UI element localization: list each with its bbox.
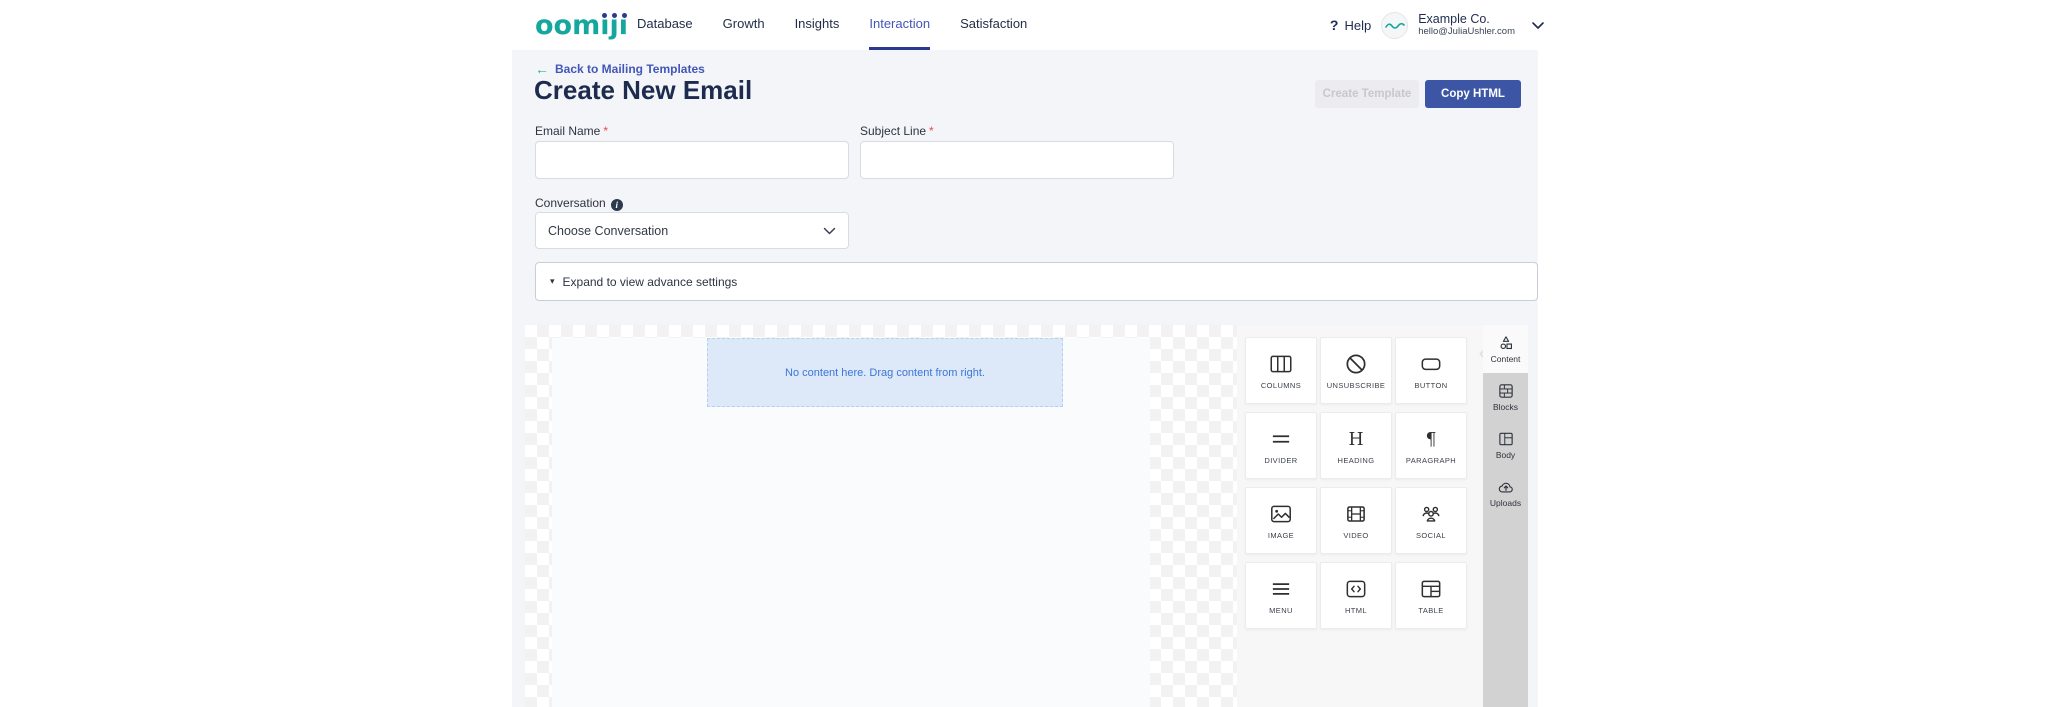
required-asterisk: * (929, 124, 934, 138)
email-body-area[interactable]: No content here. Drag content from right… (552, 338, 1150, 707)
tile-table[interactable]: TABLE (1395, 562, 1467, 629)
rail-item-content[interactable]: Content (1483, 325, 1528, 373)
menu-icon (1272, 583, 1290, 595)
app-window: oomıȷı Database Growth Insights Interact… (0, 0, 2048, 707)
social-icon (1422, 506, 1440, 522)
conversation-label: Conversation i (535, 196, 623, 211)
content-blocks-panel: ‹ COLUMNS UNSUBSCRIBE (1237, 325, 1487, 707)
oomiji-logo[interactable]: oomıȷı (535, 8, 628, 44)
nav-item-growth[interactable]: Growth (723, 0, 765, 50)
primary-nav: Database Growth Insights Interaction Sat… (637, 0, 1027, 50)
rail-item-blocks[interactable]: Blocks (1483, 373, 1528, 421)
account-email: hello@JuliaUshler.com (1418, 25, 1515, 37)
advance-settings-expander[interactable]: ▾ Expand to view advance settings (535, 262, 1538, 301)
conversation-select[interactable]: Choose Conversation (535, 212, 849, 249)
chevron-down-icon[interactable] (1531, 21, 1545, 30)
divider-icon (1272, 435, 1290, 443)
page-title: Create New Email (534, 75, 753, 105)
image-icon (1271, 505, 1291, 523)
body-layout-icon (1498, 432, 1513, 446)
main-content: ← Back to Mailing Templates Create New E… (512, 50, 1538, 707)
logo-dot (602, 13, 607, 18)
back-link-label: Back to Mailing Templates (555, 62, 705, 76)
copy-html-button[interactable]: Copy HTML (1425, 80, 1521, 108)
nav-item-interaction[interactable]: Interaction (869, 0, 931, 50)
tile-divider[interactable]: DIVIDER (1245, 412, 1317, 479)
logo-dot (622, 13, 627, 18)
tile-html[interactable]: HTML (1320, 562, 1392, 629)
svg-text:H: H (1348, 430, 1363, 450)
top-nav-bar: oomıȷı Database Growth Insights Interact… (0, 0, 2048, 50)
conversation-selected-value: Choose Conversation (548, 223, 669, 238)
tile-video[interactable]: VIDEO (1320, 487, 1392, 554)
content-shapes-icon (1500, 336, 1512, 350)
tile-button[interactable]: BUTTON (1395, 337, 1467, 404)
question-mark-icon: ? (1329, 17, 1339, 33)
video-icon (1347, 506, 1365, 522)
empty-drop-zone[interactable]: No content here. Drag content from right… (707, 338, 1063, 407)
tile-heading[interactable]: H HEADING (1320, 412, 1392, 479)
heading-icon: H (1348, 430, 1363, 450)
nav-item-database[interactable]: Database (637, 0, 693, 50)
blocks-bricks-icon (1498, 384, 1513, 398)
create-template-button[interactable]: Create Template (1315, 80, 1419, 108)
required-asterisk: * (603, 124, 609, 138)
header-right-group: ? Help Example Co. hello@JuliaUshler.com (1330, 0, 1545, 50)
email-name-label: Email Name * (535, 124, 609, 138)
avatar-logo-mark (1384, 22, 1405, 29)
tile-social[interactable]: SOCIAL (1395, 487, 1467, 554)
button-icon (1421, 358, 1441, 371)
email-canvas: No content here. Drag content from right… (525, 325, 1238, 707)
html-icon (1346, 580, 1366, 598)
svg-text:¶: ¶ (1425, 430, 1436, 450)
nav-item-satisfaction[interactable]: Satisfaction (960, 0, 1027, 50)
chevron-down-icon (823, 227, 836, 234)
help-label: Help (1344, 17, 1372, 33)
tile-menu[interactable]: MENU (1245, 562, 1317, 629)
logo-dot (612, 13, 617, 18)
empty-message: No content here. Drag content from right… (785, 366, 985, 379)
editor-side-rail: Content Blocks Body Uploads (1483, 325, 1528, 707)
account-info[interactable]: Example Co. hello@JuliaUshler.com (1418, 12, 1515, 37)
tile-paragraph[interactable]: ¶ PARAGRAPH (1395, 412, 1467, 479)
account-company: Example Co. (1418, 12, 1490, 27)
table-icon (1421, 580, 1441, 598)
tile-columns[interactable]: COLUMNS (1245, 337, 1317, 404)
rail-item-uploads[interactable]: Uploads (1483, 469, 1528, 517)
rail-item-body[interactable]: Body (1483, 421, 1528, 469)
info-icon[interactable]: i (610, 199, 623, 211)
content-tile-grid: COLUMNS UNSUBSCRIBE BUTTON DIVIDER H HEA… (1245, 337, 1467, 629)
caret-down-icon: ▾ (550, 276, 555, 286)
help-link[interactable]: ? Help (1330, 17, 1371, 33)
tile-image[interactable]: IMAGE (1245, 487, 1317, 554)
expander-label: Expand to view advance settings (562, 274, 738, 289)
columns-icon (1270, 355, 1292, 373)
email-name-input[interactable] (535, 141, 849, 179)
tile-unsubscribe[interactable]: UNSUBSCRIBE (1320, 337, 1392, 404)
unsubscribe-icon (1346, 354, 1366, 374)
paragraph-icon: ¶ (1425, 430, 1436, 450)
avatar[interactable] (1381, 11, 1409, 39)
nav-item-insights[interactable]: Insights (795, 0, 840, 50)
subject-line-label: Subject Line * (860, 124, 934, 138)
subject-line-input[interactable] (860, 141, 1174, 179)
uploads-cloud-icon (1498, 482, 1513, 493)
